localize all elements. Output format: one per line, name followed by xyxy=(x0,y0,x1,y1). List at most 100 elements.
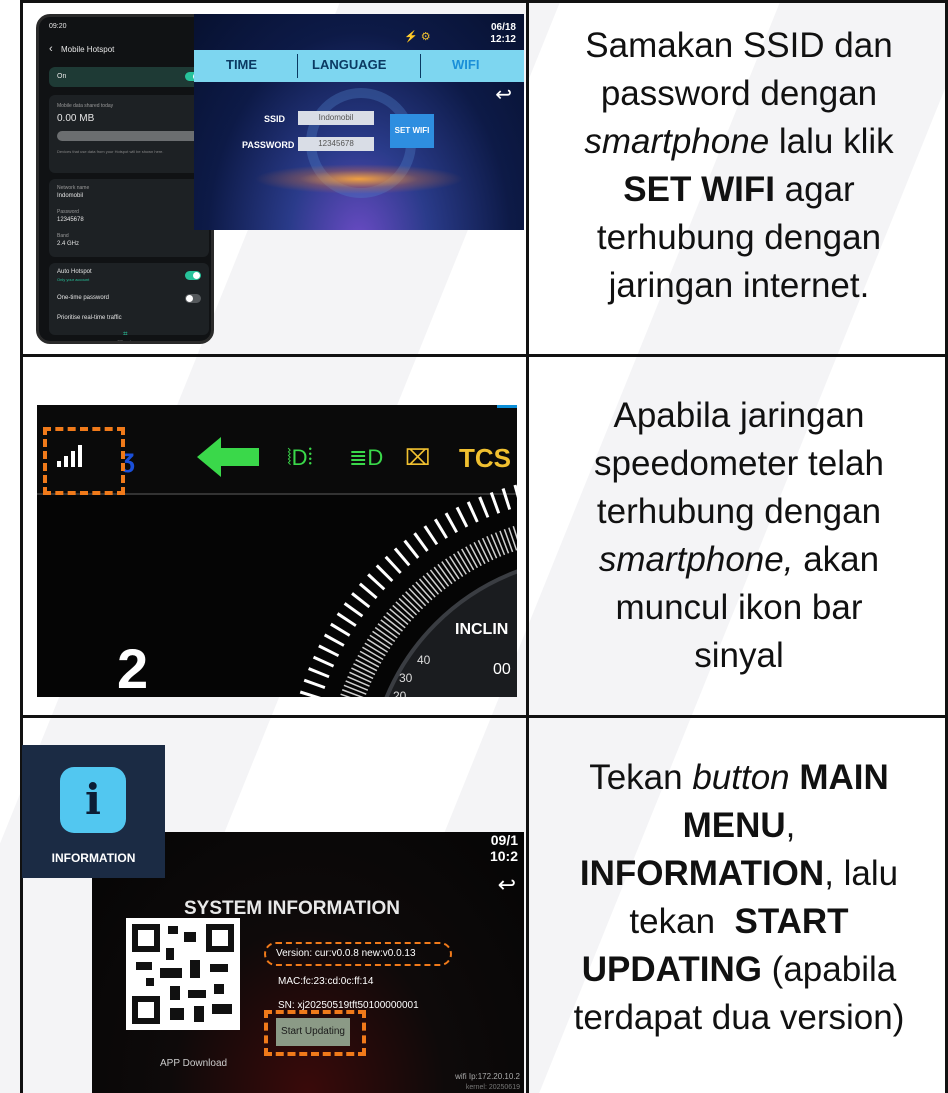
qr-module xyxy=(212,1004,232,1014)
data-bar xyxy=(57,131,201,141)
incline-label: INCLIN xyxy=(455,621,509,638)
desc-bold: INFORMATION xyxy=(579,854,825,893)
desc-line: muncul ikon bar xyxy=(615,588,863,627)
desc-text: , lalu xyxy=(824,854,899,893)
tab-wifi[interactable]: WIFI xyxy=(452,57,479,72)
qr-module xyxy=(210,964,228,972)
row-divider xyxy=(20,354,948,357)
desc-bold: UPDATING xyxy=(581,950,762,989)
one-time-password-toggle[interactable] xyxy=(185,294,201,303)
desc-text: lalu klik xyxy=(769,122,894,161)
wifi-screen-date: 06/18 xyxy=(490,22,516,33)
desc-line: terdapat dua version) xyxy=(573,998,905,1037)
network-name-label: Network name xyxy=(57,185,90,191)
gauge-tick-40: 40 xyxy=(417,653,431,667)
password-label: PASSWORD xyxy=(242,140,295,150)
back-arrow-icon[interactable]: ↩ xyxy=(498,872,516,898)
desc-bold: MENU xyxy=(682,806,786,845)
desc-line: password dengan xyxy=(600,74,878,113)
password-label: Password xyxy=(57,209,79,215)
speedometer-wifi-screen: ⚡ ⚙ 06/18 12:12 TIME LANGUAGE WIFI ↩ SSI… xyxy=(194,14,524,230)
band-label: Band xyxy=(57,233,69,239)
qr-module xyxy=(170,986,180,1000)
tab-language[interactable]: LANGUAGE xyxy=(312,57,386,72)
auto-hotspot-sub: Only your account xyxy=(57,277,90,282)
settings-tab-bar: TIME LANGUAGE WIFI xyxy=(194,50,524,82)
on-label: On xyxy=(57,73,67,80)
ssid-label: SSID xyxy=(264,114,286,124)
qr-module xyxy=(214,984,224,994)
tab-time[interactable]: TIME xyxy=(226,57,257,72)
desc-bold: SET WIFI xyxy=(623,170,775,209)
back-arrow-icon[interactable]: ↩ xyxy=(495,82,512,107)
speedometer-dashboard-screenshot: ʒ ⦚D⦙ ≣D ⌧ TCS 2 INCLIN 40 30 20 00 xyxy=(37,405,517,697)
qr-code-icon[interactable]: ⌗ xyxy=(123,329,128,339)
phone-hotspot-screenshot: 09:20 ‹ Mobile Hotspot On Mobile data sh… xyxy=(36,14,214,344)
sys-time: 10:2 xyxy=(489,848,518,864)
network-card: Network name Indomobil Password 12345678… xyxy=(49,179,209,257)
desc-line: Tekan button MAIN xyxy=(540,754,938,802)
qr-module xyxy=(136,962,152,970)
prioritise-label: Prioritise real-time traffic xyxy=(57,315,122,321)
password-value: 12345678 xyxy=(57,217,84,223)
desc-line: Samakan SSID dan xyxy=(585,26,893,65)
qr-module xyxy=(146,978,154,986)
qr-finder xyxy=(132,996,160,1024)
desc-bold: START xyxy=(734,902,849,941)
data-label: Mobile data shared today xyxy=(57,103,114,109)
phone-status-time: 09:20 xyxy=(49,23,67,30)
version-text: Version: cur:v0.0.8 new:v0.0.13 xyxy=(276,948,416,959)
desc-text: (apabila xyxy=(761,950,897,989)
desc-line: smartphone lalu klik xyxy=(540,118,938,166)
qr-module xyxy=(168,926,178,934)
qr-finder xyxy=(206,924,234,952)
status-icons: ⚡ ⚙ xyxy=(404,31,431,43)
qr-finder xyxy=(132,924,160,952)
app-download-qr-code xyxy=(126,918,240,1030)
desc-line: INFORMATION, lalu xyxy=(540,850,938,898)
column-divider xyxy=(526,0,529,1093)
row-divider xyxy=(20,715,948,718)
desc-line: tekan START xyxy=(540,898,938,946)
odometer-value: 00 xyxy=(493,661,511,678)
speedometer-gauge xyxy=(298,484,517,697)
sys-date: 09/1 xyxy=(490,832,518,848)
desc-line: Apabila jaringan xyxy=(613,396,865,435)
desc-text: tekan xyxy=(629,902,735,941)
wifi-ip-text: wifi Ip:172.20.10.2 xyxy=(455,1072,520,1081)
phone-title: Mobile Hotspot xyxy=(61,45,115,54)
band-value: 2.4 GHz xyxy=(57,241,80,247)
qr-code-label: QR code xyxy=(117,339,133,344)
auto-hotspot-toggle[interactable] xyxy=(185,271,201,280)
data-card: Mobile data shared today 0.00 MB Devices… xyxy=(49,95,209,173)
data-value: 0.00 MB xyxy=(57,113,95,124)
row1-description: Samakan SSID dan password dengan smartph… xyxy=(540,22,938,310)
desc-italic: smartphone, xyxy=(598,540,794,579)
qr-module xyxy=(188,990,206,998)
desc-line: SET WIFI agar xyxy=(540,166,938,214)
gauge-tick-30: 30 xyxy=(399,671,413,685)
desc-text: agar xyxy=(774,170,855,209)
desc-line: terhubung dengan xyxy=(596,218,882,257)
desc-bold: MAIN xyxy=(789,758,889,797)
password-input[interactable]: 12345678 xyxy=(298,137,374,151)
ssid-input[interactable]: Indomobil xyxy=(298,111,374,125)
back-icon: ‹ xyxy=(49,43,53,55)
app-download-label: APP Download xyxy=(160,1058,228,1069)
qr-module xyxy=(160,968,182,978)
desc-line: UPDATING (apabila xyxy=(540,946,938,994)
qr-module xyxy=(166,948,174,960)
qr-module xyxy=(190,960,200,978)
road-glow xyxy=(254,164,464,194)
qr-module xyxy=(184,932,196,942)
set-wifi-button[interactable]: SET WIFI xyxy=(390,114,434,148)
gear-indicator: 2 xyxy=(117,637,149,697)
desc-line: MENU, xyxy=(540,802,938,850)
desc-italic: smartphone xyxy=(584,122,770,161)
desc-line: speedometer telah xyxy=(594,444,884,483)
row3-description: Tekan button MAIN MENU, INFORMATION, lal… xyxy=(540,754,938,1042)
desc-text: , xyxy=(785,806,796,845)
start-updating-highlight xyxy=(264,1010,366,1056)
desc-line: terhubung dengan xyxy=(596,492,882,531)
information-menu-tile[interactable]: i INFORMATION xyxy=(22,745,165,878)
